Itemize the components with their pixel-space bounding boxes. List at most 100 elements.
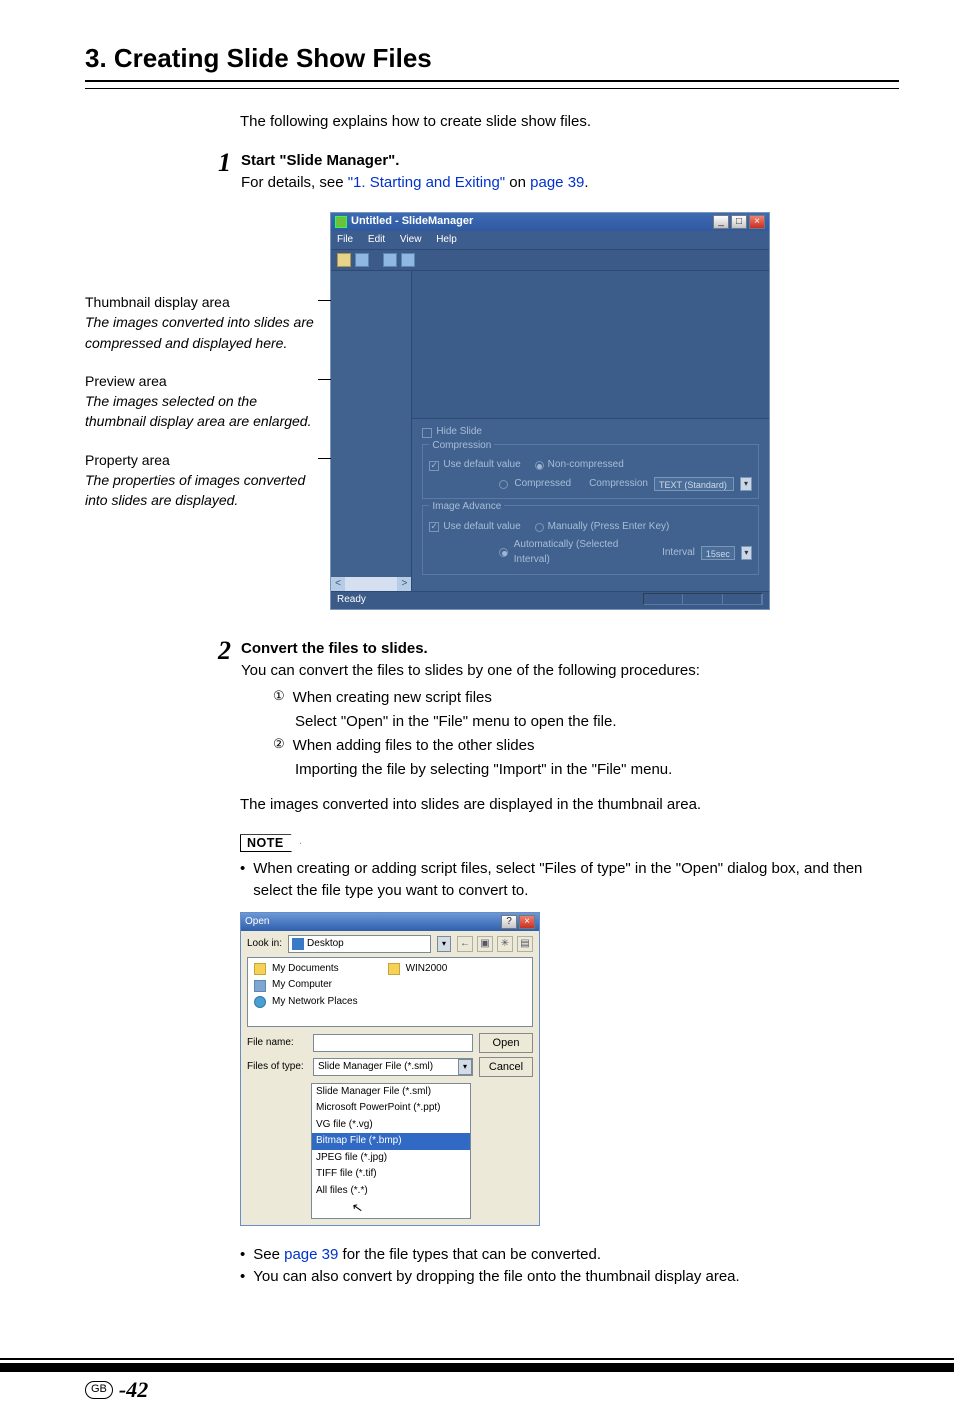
statusbar: Ready: [331, 591, 769, 609]
maximize-button[interactable]: □: [731, 215, 747, 229]
dd-item-all[interactable]: All files (*.*): [312, 1183, 470, 1200]
file-type-label: Files of type:: [247, 1060, 307, 1075]
callout-prop-desc: The properties of images converted into …: [85, 470, 320, 511]
post-bullet-1: See page 39 for the file types that can …: [253, 1244, 601, 1266]
step-1-desc-prefix: For details, see: [241, 174, 348, 191]
item-comp[interactable]: My Computer: [272, 978, 332, 993]
link-starting-exiting[interactable]: "1. Starting and Exiting": [348, 174, 505, 191]
item-docs[interactable]: My Documents: [272, 962, 339, 977]
hide-slide-label: Hide Slide: [436, 425, 482, 440]
comp-value-field[interactable]: TEXT (Standard): [654, 477, 734, 491]
file-name-label: File name:: [247, 1036, 307, 1051]
dd-item-tif[interactable]: TIFF file (*.tif): [312, 1166, 470, 1183]
step2-item1-a: When creating new script files: [293, 687, 492, 709]
network-icon: [254, 996, 266, 1008]
footer-region: GB: [85, 1381, 113, 1399]
comp-default-checkbox[interactable]: [429, 461, 439, 471]
callout-preview-title: Preview area: [85, 371, 320, 391]
heading-rule-thick: [85, 80, 899, 82]
comp-noncompressed-radio[interactable]: [535, 461, 544, 470]
adv-auto-radio[interactable]: [499, 548, 507, 557]
step-2-title: Convert the files to slides.: [241, 638, 899, 660]
close-button[interactable]: ×: [749, 215, 765, 229]
step2-item1-num: ①: [273, 687, 285, 709]
minimize-button[interactable]: _: [713, 215, 729, 229]
menu-file[interactable]: File: [337, 234, 353, 245]
look-in-dropdown-icon[interactable]: ▾: [437, 936, 451, 952]
file-name-input[interactable]: [313, 1034, 473, 1052]
item-net[interactable]: My Network Places: [272, 995, 358, 1010]
link-page-39-b[interactable]: page 39: [284, 1246, 338, 1263]
scroll-left-icon[interactable]: <: [331, 577, 345, 591]
views-icon[interactable]: ▤: [517, 936, 533, 952]
compression-legend: Compression: [429, 439, 494, 454]
adv-interval-label: Interval: [662, 546, 695, 561]
compression-group: Compression Use default value Non-compre…: [422, 444, 759, 500]
help-button[interactable]: ?: [501, 915, 517, 929]
tool-icon-a[interactable]: [383, 253, 397, 267]
list-item: My Network Places: [254, 995, 358, 1010]
file-type-value: Slide Manager File (*.sml): [314, 1060, 458, 1075]
file-type-dropdown-icon[interactable]: ▾: [458, 1059, 472, 1075]
dd-item-vg[interactable]: VG file (*.vg): [312, 1117, 470, 1134]
scroll-track[interactable]: [345, 577, 397, 591]
adv-manual-radio[interactable]: [535, 523, 544, 532]
adv-interval-field[interactable]: 15sec: [701, 546, 735, 560]
note-label: NOTE: [240, 834, 301, 852]
pb1-b: for the file types that can be converted…: [338, 1246, 601, 1263]
dd-item-bmp[interactable]: Bitmap File (*.bmp): [312, 1133, 470, 1150]
comp-default-label: Use default value: [443, 458, 520, 473]
link-page-39-a[interactable]: page 39: [530, 174, 584, 191]
list-item: WIN2000: [388, 962, 448, 977]
step2-item2-num: ②: [273, 735, 285, 757]
hide-slide-checkbox[interactable]: [422, 428, 432, 438]
cancel-button[interactable]: Cancel: [479, 1057, 533, 1077]
look-in-field[interactable]: Desktop: [288, 935, 431, 953]
menu-help[interactable]: Help: [436, 234, 457, 245]
advance-group: Image Advance Use default value Manually…: [422, 505, 759, 575]
heading-rule-thin: [85, 88, 899, 89]
computer-icon: [254, 980, 266, 992]
footer-rule: [0, 1358, 954, 1360]
comp-field-label: Compression: [589, 477, 648, 492]
open-dialog-title: Open: [245, 915, 269, 930]
item-win[interactable]: WIN2000: [406, 962, 448, 977]
thumbnail-pane[interactable]: < >: [331, 271, 412, 591]
open-close-button[interactable]: ×: [519, 915, 535, 929]
file-type-dropdown-list[interactable]: Slide Manager File (*.sml) Microsoft Pow…: [311, 1083, 471, 1219]
save-icon[interactable]: [355, 253, 369, 267]
open-dialog-titlebar[interactable]: Open ? ×: [241, 913, 539, 931]
open-button[interactable]: Open: [479, 1033, 533, 1053]
tool-icon-b[interactable]: [401, 253, 415, 267]
footer-page: -42: [119, 1374, 148, 1406]
thumb-scrollbar[interactable]: < >: [331, 577, 411, 591]
open-icon[interactable]: [337, 253, 351, 267]
status-text: Ready: [337, 593, 366, 608]
menubar: File Edit View Help: [331, 231, 769, 250]
post-bullet-2: You can also convert by dropping the fil…: [253, 1266, 739, 1288]
file-type-select[interactable]: Slide Manager File (*.sml) ▾: [313, 1058, 473, 1076]
list-item: My Documents: [254, 962, 358, 977]
comp-dropdown-arrow-icon[interactable]: ▾: [740, 477, 752, 491]
titlebar[interactable]: Untitled - SlideManager _ □ ×: [331, 213, 769, 231]
folder-icon: [388, 963, 400, 975]
dd-item-jpg[interactable]: JPEG file (*.jpg): [312, 1150, 470, 1167]
new-folder-icon[interactable]: ✳: [497, 936, 513, 952]
scroll-right-icon[interactable]: >: [397, 577, 411, 591]
adv-default-checkbox[interactable]: [429, 522, 439, 532]
status-cells: [643, 593, 763, 605]
adv-dropdown-arrow-icon[interactable]: ▾: [741, 546, 752, 560]
menu-view[interactable]: View: [400, 234, 422, 245]
window-title: Untitled - SlideManager: [351, 214, 473, 230]
app-icon: [335, 216, 347, 228]
dd-item-sml[interactable]: Slide Manager File (*.sml): [312, 1084, 470, 1101]
comp-compressed-radio[interactable]: [499, 480, 508, 489]
file-list[interactable]: My Documents My Computer My Network Plac…: [247, 957, 533, 1027]
up-folder-icon[interactable]: ▣: [477, 936, 493, 952]
step-1-title: Start "Slide Manager".: [241, 150, 899, 172]
back-icon[interactable]: ←: [457, 936, 473, 952]
dd-item-ppt[interactable]: Microsoft PowerPoint (*.ppt): [312, 1100, 470, 1117]
preview-pane: [412, 271, 769, 418]
menu-edit[interactable]: Edit: [368, 234, 385, 245]
section-heading: 3. Creating Slide Show Files: [85, 40, 899, 78]
